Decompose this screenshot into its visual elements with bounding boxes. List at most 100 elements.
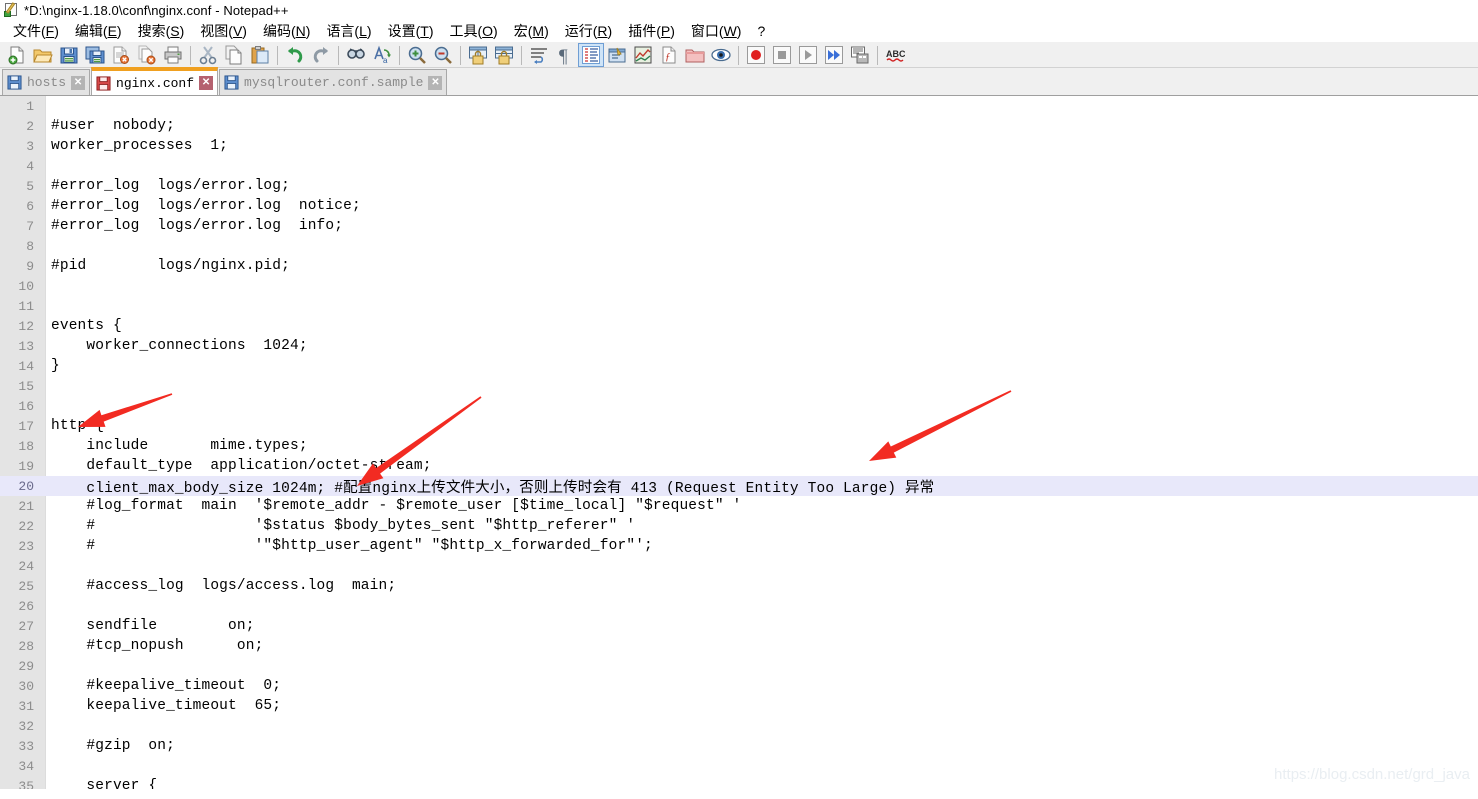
menu-item-plugins[interactable]: 插件(P) (620, 20, 683, 43)
line-text[interactable]: #error_log logs/error.log info; (40, 218, 343, 234)
code-line-row[interactable]: 12 events { (0, 316, 1478, 336)
line-text[interactable]: sendfile on; (40, 618, 255, 634)
line-text[interactable]: keepalive_timeout 65; (40, 698, 281, 714)
show-indent-guide-icon[interactable] (578, 42, 604, 67)
code-line-row[interactable]: 22 # '$status $body_bytes_sent "$http_re… (0, 516, 1478, 536)
code-line-row[interactable]: 21 #log_format main '$remote_addr - $rem… (0, 496, 1478, 516)
line-text[interactable]: server { (40, 778, 157, 789)
line-text[interactable]: #user nobody; (40, 118, 175, 134)
code-line-row[interactable]: 1 (0, 96, 1478, 116)
close-all-files-icon[interactable] (134, 43, 160, 67)
line-text[interactable]: # '$status $body_bytes_sent "$http_refer… (40, 518, 635, 534)
code-line-row[interactable]: 31 keepalive_timeout 65; (0, 696, 1478, 716)
line-text[interactable]: #tcp_nopush on; (40, 638, 263, 654)
line-text[interactable]: #keepalive_timeout 0; (40, 678, 281, 694)
print-icon[interactable] (160, 43, 186, 67)
document-map-icon[interactable] (630, 43, 656, 67)
code-line-row[interactable]: 33 #gzip on; (0, 736, 1478, 756)
new-file-icon[interactable] (4, 43, 30, 67)
zoom-out-icon[interactable] (430, 43, 456, 67)
save-icon[interactable] (56, 43, 82, 67)
code-line-row[interactable]: 2 #user nobody; (0, 116, 1478, 136)
paste-icon[interactable] (247, 43, 273, 67)
code-line-row[interactable]: 8 (0, 236, 1478, 256)
menu-item-encoding[interactable]: 编码(N) (255, 20, 318, 43)
code-line-row[interactable]: 7 #error_log logs/error.log info; (0, 216, 1478, 236)
line-text[interactable]: http { (40, 418, 104, 434)
cut-icon[interactable] (195, 43, 221, 67)
zoom-in-icon[interactable] (404, 43, 430, 67)
open-file-icon[interactable] (30, 43, 56, 67)
macro-play-multiple-icon[interactable] (821, 43, 847, 67)
tab-nginx-conf[interactable]: nginx.conf ✕ (91, 67, 219, 95)
code-line-row[interactable]: 23 # '"$http_user_agent" "$http_x_forwar… (0, 536, 1478, 556)
code-line-row[interactable]: 27 sendfile on; (0, 616, 1478, 636)
code-line-row[interactable]: 24 (0, 556, 1478, 576)
tab-close-button[interactable]: ✕ (428, 75, 443, 90)
tab-close-button[interactable]: ✕ (199, 76, 214, 90)
menu-item-file[interactable]: 文件(F) (5, 20, 67, 43)
line-text[interactable]: #error_log logs/error.log; (40, 178, 290, 194)
code-line-row[interactable]: 29 (0, 656, 1478, 676)
code-line-row[interactable]: 14} (0, 356, 1478, 376)
code-line-row[interactable]: 11 (0, 296, 1478, 316)
code-lines[interactable]: 1 2 #user nobody; 3 worker_processes 1; 4 5 #er… (0, 96, 1478, 789)
save-all-icon[interactable] (82, 43, 108, 67)
sync-horizontal-scroll-icon[interactable] (491, 43, 517, 67)
line-text[interactable]: #log_format main '$remote_addr - $remote… (40, 498, 741, 514)
code-line-row[interactable]: 3 worker_processes 1; (0, 136, 1478, 156)
code-line-row[interactable]: 4 (0, 156, 1478, 176)
folder-as-workspace-icon[interactable] (682, 43, 708, 67)
line-text[interactable]: #gzip on; (40, 738, 175, 754)
copy-icon[interactable] (221, 43, 247, 67)
word-wrap-icon[interactable] (526, 43, 552, 67)
code-line-row[interactable]: 32 (0, 716, 1478, 736)
close-file-icon[interactable] (108, 43, 134, 67)
monitoring-icon[interactable] (708, 43, 734, 67)
code-line-row[interactable]: 20 client_max_body_size 1024m; #配置nginx上… (0, 476, 1478, 497)
line-text[interactable]: # '"$http_user_agent" "$http_x_forwarded… (40, 538, 653, 554)
sync-vertical-scroll-icon[interactable] (465, 43, 491, 67)
show-all-characters-icon[interactable]: ¶ (552, 43, 578, 67)
code-line-row[interactable]: 17 http { (0, 416, 1478, 436)
code-line-row[interactable]: 19 default_type application/octet-stream… (0, 456, 1478, 476)
menu-item-window[interactable]: 窗口(W) (683, 20, 750, 43)
code-line-row[interactable]: 35 server { (0, 776, 1478, 789)
code-line-row[interactable]: 25 #access_log logs/access.log main; (0, 576, 1478, 596)
code-line-row[interactable]: 9 #pid logs/nginx.pid; (0, 256, 1478, 276)
line-text[interactable]: events { (40, 318, 122, 334)
line-text[interactable]: #pid logs/nginx.pid; (40, 258, 290, 274)
code-line-row[interactable]: 5 #error_log logs/error.log; (0, 176, 1478, 196)
tab-close-button[interactable]: ✕ (71, 75, 86, 90)
line-text[interactable]: include mime.types; (40, 438, 308, 454)
line-text[interactable]: client_max_body_size 1024m; #配置nginx上传文件… (40, 476, 934, 497)
menu-item-view[interactable]: 视图(V) (192, 20, 255, 43)
menu-item-tools[interactable]: 工具(O) (441, 20, 505, 43)
tab-mysqlrouter-conf-sample[interactable]: mysqlrouter.conf.sample ✕ (219, 69, 448, 95)
code-line-row[interactable]: 13 worker_connections 1024; (0, 336, 1478, 356)
line-text[interactable]: worker_connections 1024; (40, 338, 308, 354)
replace-icon[interactable]: a (369, 43, 395, 67)
code-line-row[interactable]: 15 (0, 376, 1478, 396)
code-line-row[interactable]: 18 include mime.types; (0, 436, 1478, 456)
macro-save-icon[interactable] (847, 43, 873, 67)
macro-play-icon[interactable] (795, 43, 821, 67)
menu-item-search[interactable]: 搜索(S) (130, 20, 193, 43)
code-line-row[interactable]: 16 (0, 396, 1478, 416)
menu-item-help[interactable]: ? (749, 22, 773, 41)
code-line-row[interactable]: 28 #tcp_nopush on; (0, 636, 1478, 656)
line-text[interactable]: default_type application/octet-stream; (40, 458, 432, 474)
line-text[interactable]: } (40, 358, 60, 374)
undo-icon[interactable] (282, 43, 308, 67)
spell-check-icon[interactable]: ABC (882, 43, 908, 67)
menu-item-macro[interactable]: 宏(M) (506, 20, 557, 43)
code-editor[interactable]: 1 2 #user nobody; 3 worker_processes 1; 4 5 #er… (0, 96, 1478, 789)
menu-item-run[interactable]: 运行(R) (557, 20, 620, 43)
menu-item-edit[interactable]: 编辑(E) (67, 20, 130, 43)
function-list-icon[interactable]: ƒ (656, 43, 682, 67)
code-line-row[interactable]: 6 #error_log logs/error.log notice; (0, 196, 1478, 216)
code-line-row[interactable]: 10 (0, 276, 1478, 296)
code-line-row[interactable]: 30 #keepalive_timeout 0; (0, 676, 1478, 696)
find-icon[interactable] (343, 43, 369, 67)
code-line-row[interactable]: 34 (0, 756, 1478, 776)
